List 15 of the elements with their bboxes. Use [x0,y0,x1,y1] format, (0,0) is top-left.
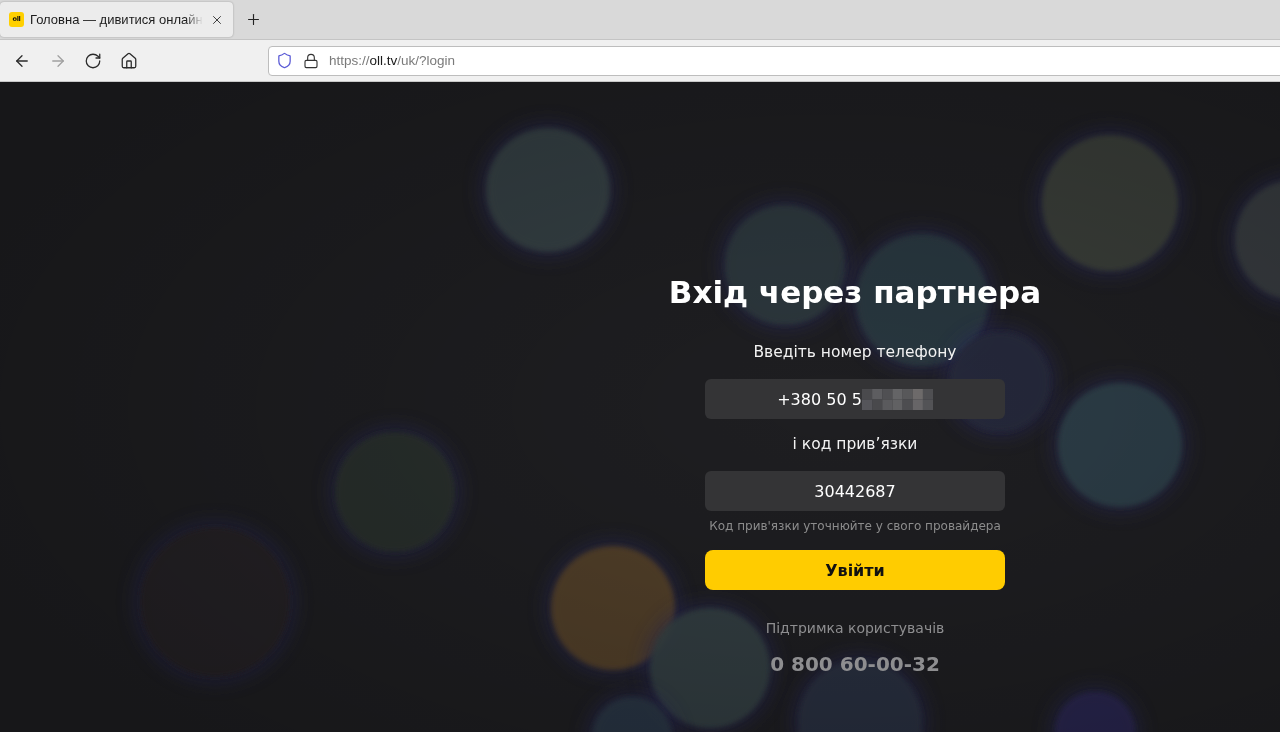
hint-text: Код прив'язки уточнюйте у свого провайдера [709,518,1001,534]
code-label: і код прив’язки [792,434,918,454]
home-icon [119,51,138,70]
support-phone: 0 800 60-00-32 [770,651,940,678]
reload-icon [84,51,102,70]
phone-field[interactable]: +380 50 5 [705,379,1005,419]
url-text: https://oll.tv/uk/?login [329,53,456,68]
shield-icon[interactable] [276,52,293,69]
support-label: Підтримка користувачів [765,619,945,638]
address-bar[interactable]: https://oll.tv/uk/?login [268,45,1280,76]
phone-label: Введіть номер телефону [753,342,957,362]
code-field[interactable]: 30442687 [705,471,1005,511]
login-button[interactable]: Увійти [705,550,1005,590]
lock-icon[interactable] [303,52,319,69]
page-title: Вхід через партнера [668,273,1042,312]
